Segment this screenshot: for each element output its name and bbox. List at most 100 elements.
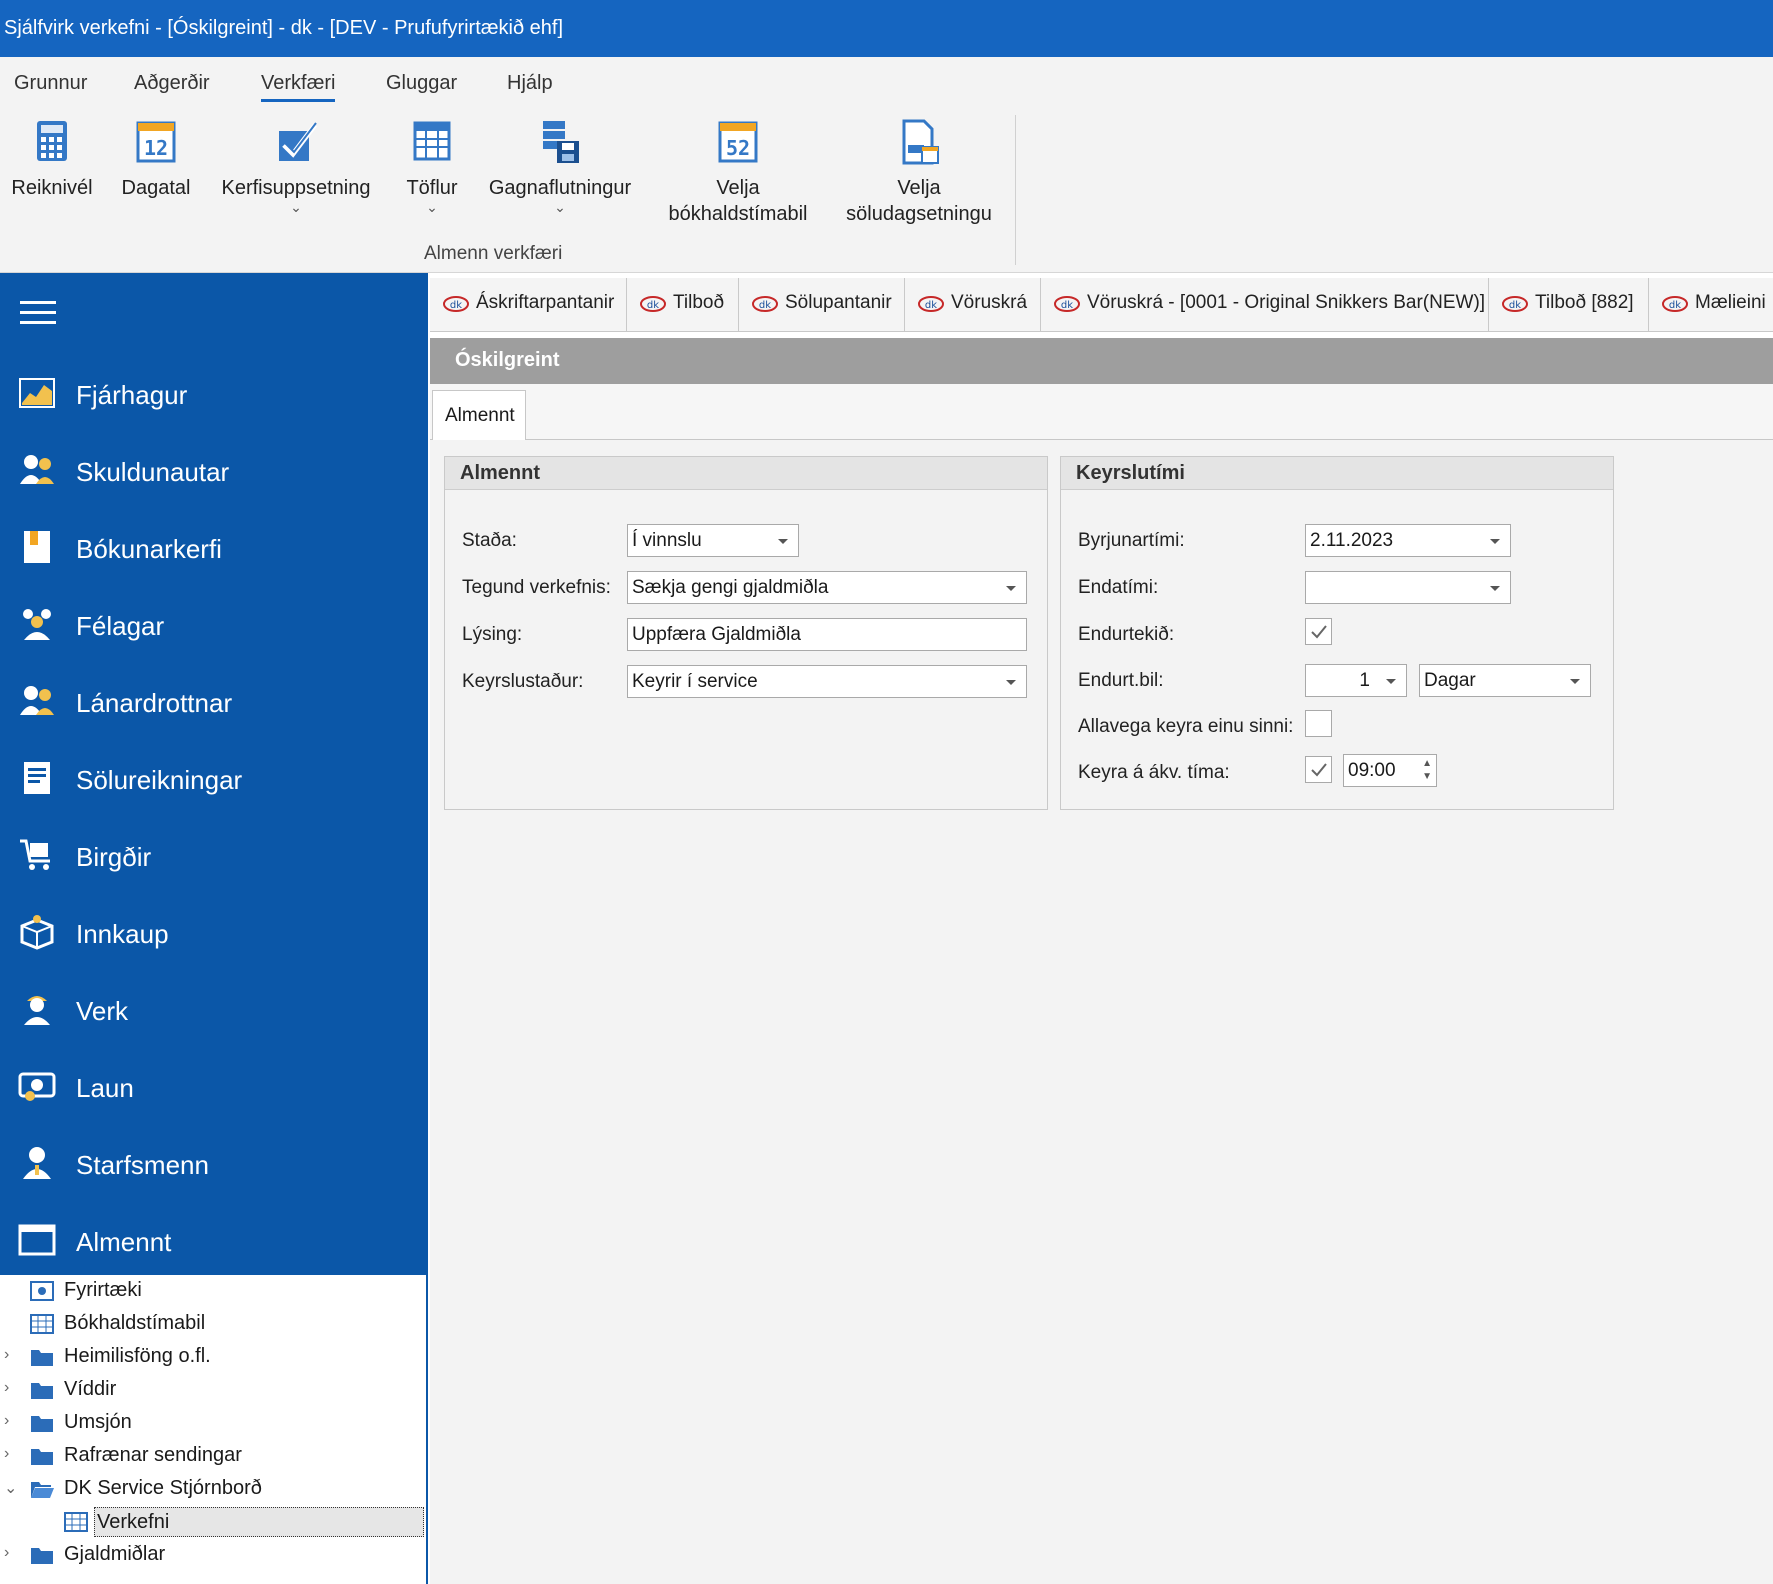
- svg-text:dk: dk: [1061, 300, 1073, 311]
- tables-button[interactable]: Töflur ⌄: [400, 117, 464, 214]
- doc-tab-solupantanir[interactable]: dk Sölupantanir: [739, 278, 905, 331]
- system-setup-label: Kerfisuppsetning: [221, 177, 371, 199]
- calendar-button[interactable]: 12 Dagatal: [118, 117, 194, 201]
- sidebar-item-fjarhagur[interactable]: Fjárhagur: [0, 355, 428, 432]
- sidebar-item-label: Laun: [76, 1073, 134, 1103]
- sidebar-item-solureikningar[interactable]: Sölureikningar: [0, 740, 428, 817]
- data-transfer-button[interactable]: Gagnaflutningur ⌄: [484, 117, 636, 214]
- tree-node-umsjon[interactable]: › Umsjón: [0, 1407, 420, 1440]
- sidebar-item-starfsmenn[interactable]: Starfsmenn: [0, 1125, 428, 1202]
- chevron-right-icon[interactable]: ›: [4, 1379, 9, 1397]
- sidebar-item-felagar[interactable]: Félagar: [0, 586, 428, 663]
- select-sales-date-button[interactable]: Velja söludagsetningu: [838, 117, 1000, 227]
- sidebar-item-lanardrottnar[interactable]: Lánardrottnar: [0, 663, 428, 740]
- sidebar-item-label: Félagar: [76, 611, 165, 641]
- chevron-right-icon[interactable]: ›: [4, 1544, 9, 1562]
- calculator-button[interactable]: Reiknivél: [10, 117, 94, 201]
- window-icon: [18, 1224, 56, 1256]
- end-time-label: Endatími:: [1078, 577, 1159, 598]
- people-icon: [20, 455, 54, 484]
- general-group: Almennt Staða: Í vinnslu Tegund verkefni…: [444, 456, 1048, 810]
- folder-open-icon: [31, 1482, 54, 1498]
- calendar-label: Dagatal: [121, 177, 191, 199]
- menu-adgerdir[interactable]: Aðgerðir: [134, 72, 210, 95]
- status-dropdown[interactable]: Í vinnslu: [627, 524, 799, 557]
- run-at-time-value: 09:00: [1348, 760, 1396, 781]
- tree-node-gjaldmidlar[interactable]: › Gjaldmiðlar: [0, 1539, 420, 1572]
- svg-text:dk: dk: [647, 300, 659, 311]
- menu-gluggar[interactable]: Gluggar: [386, 72, 457, 95]
- menu-verkfaeri[interactable]: Verkfæri: [261, 72, 336, 102]
- dropdown-arrow-icon: [1570, 679, 1580, 684]
- sidebar-item-almennt[interactable]: Almennt: [0, 1202, 428, 1279]
- tree-node-viddir[interactable]: › Víddir: [0, 1374, 420, 1407]
- tree-node-bokhaldstimabil[interactable]: Bókhaldstímabil: [0, 1308, 420, 1341]
- run-location-dropdown[interactable]: Keyrir í service: [627, 665, 1027, 698]
- sidebar-item-label: Innkaup: [76, 919, 169, 949]
- tree-node-dk-service[interactable]: ⌄ DK Service Stjórnborð: [0, 1473, 420, 1506]
- description-input[interactable]: Uppfæra Gjaldmiðla: [627, 618, 1027, 651]
- folder-icon: [31, 1416, 53, 1432]
- chevron-right-icon[interactable]: ›: [4, 1346, 9, 1364]
- doc-tab-voruskra-item[interactable]: dk Vöruskrá - [0001 - Original Snikkers …: [1041, 278, 1489, 331]
- doc-tab-maelieiningar[interactable]: dk Mælieini: [1649, 278, 1773, 331]
- select-period-button[interactable]: 52 Velja bókhaldstímabil: [662, 117, 814, 227]
- tree-node-rafraenar-sendingar[interactable]: › Rafrænar sendingar: [0, 1440, 420, 1473]
- run-at-time-spinner[interactable]: 09:00 ▲ ▼: [1343, 754, 1437, 787]
- repeat-checkbox[interactable]: [1305, 618, 1332, 645]
- dk-logo-icon: dk: [752, 296, 778, 312]
- form-content: Almennt Staða: Í vinnslu Tegund verkefni…: [430, 440, 1773, 1584]
- sidebar-item-label: Sölureikningar: [76, 765, 243, 795]
- sidebar: Fjárhagur Skuldunautar Bókunarkerfi Féla…: [0, 273, 428, 1275]
- chart-icon: [19, 378, 55, 408]
- dk-logo-icon: dk: [640, 296, 666, 312]
- sidebar-item-bokunarkerfi[interactable]: Bókunarkerfi: [0, 509, 428, 586]
- calendar-day-number: 12: [144, 136, 168, 160]
- tree-node-verkefni[interactable]: Verkefni: [0, 1506, 424, 1539]
- sidebar-item-laun[interactable]: Laun: [0, 1048, 428, 1125]
- system-setup-button[interactable]: Kerfisuppsetning ⌄: [216, 117, 376, 215]
- dropdown-arrow-icon: [778, 539, 788, 544]
- start-time-label: Byrjunartími:: [1078, 530, 1185, 551]
- interval-unit-dropdown[interactable]: Dagar: [1419, 664, 1591, 697]
- hamburger-menu-icon[interactable]: [20, 301, 56, 331]
- sidebar-item-innkaup[interactable]: Innkaup: [0, 894, 428, 971]
- sidebar-item-skuldunautar[interactable]: Skuldunautar: [0, 432, 428, 509]
- chevron-right-icon[interactable]: ›: [4, 1445, 9, 1463]
- doc-tab-askriftarpantanir[interactable]: dk Áskriftarpantanir: [430, 278, 627, 331]
- chevron-right-icon[interactable]: ›: [4, 1412, 9, 1430]
- doc-tab-label: Vöruskrá - [0001 - Original Snikkers Bar…: [1087, 292, 1486, 313]
- doc-tab-label: Sölupantanir: [785, 292, 892, 313]
- menu-grunnur[interactable]: Grunnur: [14, 72, 87, 95]
- doc-tab-tilbod-882[interactable]: dk Tilboð [882]: [1489, 278, 1649, 331]
- run-at-time-checkbox[interactable]: [1305, 756, 1332, 783]
- tables-label: Töflur: [406, 177, 458, 199]
- sidebar-item-label: Starfsmenn: [76, 1150, 209, 1180]
- sidebar-item-verk[interactable]: Verk: [0, 971, 428, 1048]
- chevron-down-icon: ⌄: [290, 199, 302, 215]
- task-type-dropdown[interactable]: Sækja gengi gjaldmiðla: [627, 571, 1027, 604]
- tree-node-label: Víddir: [64, 1378, 117, 1400]
- tree-node-heimilisfong[interactable]: › Heimilisföng o.fl.: [0, 1341, 420, 1374]
- chevron-down-icon[interactable]: ⌄: [4, 1478, 17, 1498]
- tab-almennt[interactable]: Almennt: [432, 390, 526, 441]
- run-at-time-label: Keyra á ákv. tíma:: [1078, 762, 1230, 783]
- tree-node-fyrirtaeki[interactable]: Fyrirtæki: [0, 1275, 420, 1308]
- sidebar-item-birgdir[interactable]: Birgðir: [0, 817, 428, 894]
- doc-tab-tilbod[interactable]: dk Tilboð: [627, 278, 739, 331]
- run-once-checkbox[interactable]: [1305, 710, 1332, 737]
- start-time-picker[interactable]: 2.11.2023: [1305, 524, 1511, 557]
- interval-dropdown[interactable]: 1: [1305, 664, 1407, 697]
- repeat-label: Endurtekið:: [1078, 624, 1175, 645]
- doc-tab-label: Áskriftarpantanir: [476, 292, 615, 313]
- sidebar-item-label: Lánardrottnar: [76, 688, 233, 718]
- calendar-icon: 12: [136, 121, 176, 163]
- sidebar-item-label: Birgðir: [76, 842, 152, 872]
- group-icon: [23, 609, 51, 640]
- form-tabs: Almennt: [430, 384, 1773, 441]
- end-time-picker[interactable]: . . : :: [1305, 571, 1511, 604]
- spinner-arrows-icon[interactable]: ▲ ▼: [1422, 757, 1432, 783]
- general-group-title: Almennt: [445, 457, 1047, 490]
- menu-hjalp[interactable]: Hjálp: [507, 72, 553, 95]
- doc-tab-voruskra[interactable]: dk Vöruskrá: [905, 278, 1041, 331]
